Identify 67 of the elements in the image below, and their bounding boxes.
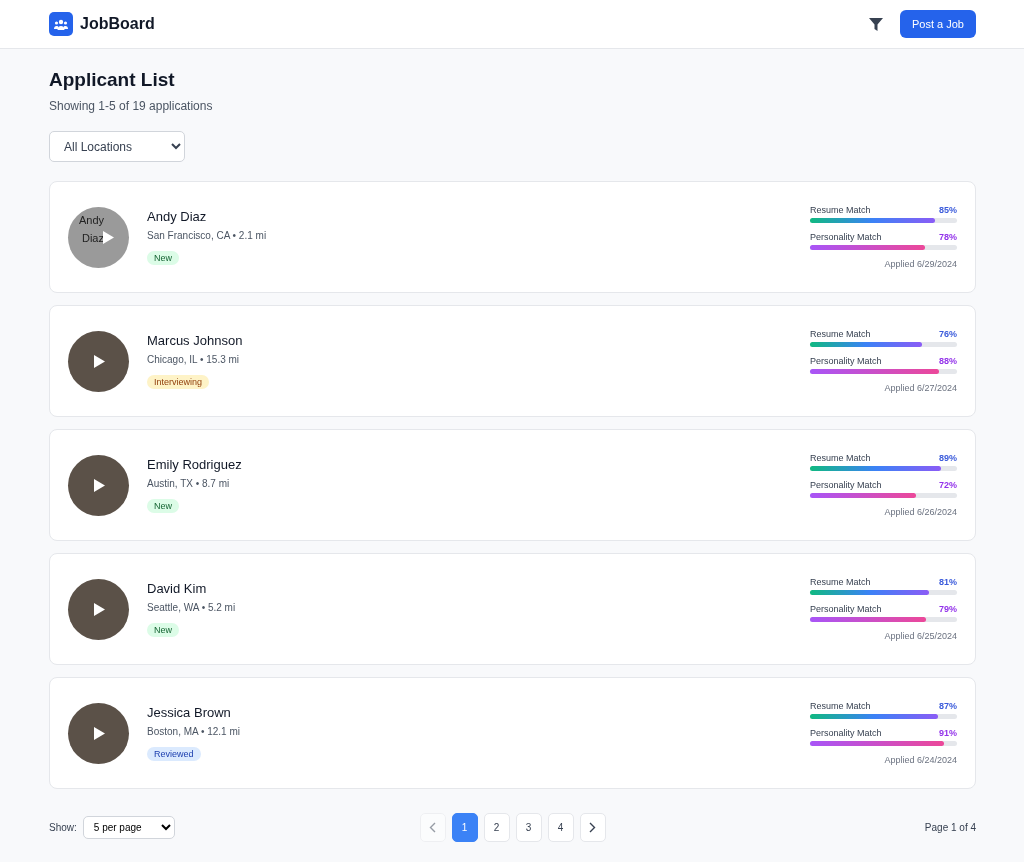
metric-value: 81%	[939, 577, 957, 587]
page-button[interactable]: 2	[483, 813, 510, 842]
play-icon	[92, 354, 105, 368]
photo-placeholder[interactable]	[68, 702, 129, 764]
applicant-name: Marcus Johnson	[147, 333, 243, 348]
logo-icon	[49, 12, 73, 36]
page-button[interactable]: 4	[547, 813, 574, 842]
metric-label: Resume Match	[810, 453, 871, 463]
metric-label: Personality Match	[810, 728, 882, 738]
photo-placeholder[interactable]	[68, 330, 129, 392]
page-button[interactable]: 1	[451, 813, 478, 842]
applicant-location: Seattle, WA • 5.2 mi	[147, 602, 236, 613]
applicant-location: San Francisco, CA • 2.1 mi	[147, 230, 267, 241]
metric-value: 78%	[939, 232, 957, 242]
metric-value: 88%	[939, 356, 957, 366]
status-tag: New	[147, 499, 179, 513]
applicant-location: Austin, TX • 8.7 mi	[147, 478, 230, 489]
applicant-name: Jessica Brown	[147, 705, 231, 720]
photo-placeholder[interactable]	[68, 578, 129, 640]
brand-name: JobBoard	[80, 15, 155, 33]
metric-value: 79%	[939, 604, 957, 614]
metric-value: 72%	[939, 480, 957, 490]
show-label: Show:	[49, 822, 77, 833]
photo-placeholder[interactable]	[68, 454, 129, 516]
metric-value: 91%	[939, 728, 957, 738]
metric-value: 89%	[939, 453, 957, 463]
page-title: Applicant List	[49, 69, 176, 91]
play-icon	[92, 602, 105, 616]
applicant-location: Chicago, IL • 15.3 mi	[147, 354, 240, 365]
applied-date: Applied 6/29/2024	[883, 259, 957, 269]
play-icon	[92, 726, 105, 740]
metric-label: Personality Match	[810, 604, 882, 614]
chevron-left-icon	[429, 822, 436, 833]
status-tag: Interviewing	[147, 375, 210, 389]
avatar-alt-text: Andy Diaz	[77, 212, 104, 246]
broken-avatar[interactable]: Andy Diaz	[68, 206, 129, 268]
applicant-name: Emily Rodriguez	[147, 457, 242, 472]
applicant-location: Boston, MA • 12.1 mi	[147, 726, 240, 737]
applied-date: Applied 6/24/2024	[883, 755, 957, 765]
metric-label: Resume Match	[810, 205, 871, 215]
applicant-name: Andy Diaz	[147, 209, 207, 224]
chevron-right-icon	[589, 822, 596, 833]
status-tag: Reviewed	[147, 747, 201, 761]
results-summary: Showing 1-5 of 19 applications	[49, 99, 214, 113]
metric-value: 76%	[939, 329, 957, 339]
metric-value: 85%	[939, 205, 957, 215]
location-select[interactable]: All Locations	[49, 131, 185, 162]
page-button[interactable]: 3	[515, 813, 542, 842]
applied-date: Applied 6/27/2024	[883, 383, 957, 393]
applicant-name: David Kim	[147, 581, 207, 596]
play-icon	[101, 230, 114, 244]
filter-icon[interactable]	[869, 17, 883, 31]
metric-label: Resume Match	[810, 577, 871, 587]
metric-value: 87%	[939, 701, 957, 711]
per-page-select[interactable]: 5 per page	[82, 816, 175, 839]
play-icon	[92, 478, 105, 492]
metric-label: Personality Match	[810, 356, 882, 366]
status-tag: New	[147, 623, 179, 637]
metric-label: Personality Match	[810, 232, 882, 242]
status-tag: New	[147, 251, 179, 265]
post-job-button[interactable]: Post a Job	[900, 10, 976, 38]
applied-date: Applied 6/26/2024	[883, 507, 957, 517]
metric-label: Resume Match	[810, 701, 871, 711]
applied-date: Applied 6/25/2024	[883, 631, 957, 641]
metric-label: Personality Match	[810, 480, 882, 490]
page-info: Page 1 of 4	[923, 822, 976, 833]
metric-label: Resume Match	[810, 329, 871, 339]
